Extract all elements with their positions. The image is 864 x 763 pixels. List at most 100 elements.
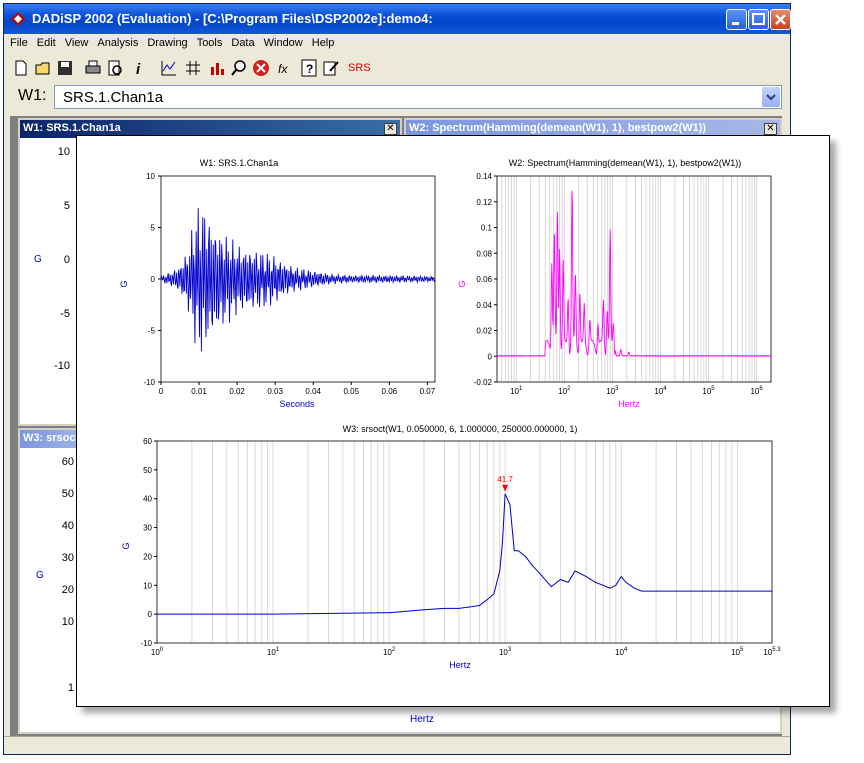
svg-text:?: ?	[306, 62, 313, 76]
w1-x-tick-label: 0	[159, 387, 164, 396]
close-button[interactable]	[770, 9, 791, 30]
menu-view[interactable]: View	[59, 34, 92, 49]
w1-y-tick-label: -10	[143, 378, 155, 387]
menu-tools[interactable]: Tools	[191, 34, 226, 49]
w1-bg-tick: -5	[60, 308, 70, 320]
w3-bg-tick: 30	[61, 552, 74, 564]
minimize-button[interactable]	[726, 9, 747, 30]
w3-x-tick-label: 100	[151, 647, 164, 657]
svg-text:fx: fx	[278, 62, 288, 76]
help-icon[interactable]: ?	[300, 59, 318, 77]
menu-window[interactable]: Window	[258, 34, 306, 49]
chevron-down-icon	[766, 94, 776, 101]
menu-drawing[interactable]: Drawing	[141, 34, 190, 49]
w2-x-tick-label: 104	[654, 386, 667, 396]
w2-close-button[interactable]: ✕	[764, 123, 777, 135]
formula-dropdown-button[interactable]	[762, 87, 780, 107]
w3-x-tick-label: 103	[499, 647, 512, 657]
svg-text:i: i	[136, 61, 141, 77]
w1-series-line	[160, 207, 436, 352]
w2-x-label: Hertz	[618, 399, 640, 409]
print-icon[interactable]	[84, 59, 102, 77]
menu-help[interactable]: Help	[306, 34, 338, 49]
maximize-button[interactable]	[748, 9, 769, 30]
title-bar[interactable]: DADiSP 2002 (Evaluation) - [C:\Program F…	[4, 4, 791, 34]
w3-plot: W3: srsoct(W1, 0.050000, 6, 1.000000, 25…	[121, 424, 781, 670]
w3-x-label: Hertz	[449, 660, 471, 670]
w1-x-tick-label: 0.01	[191, 387, 207, 396]
w2-y-tick-label: 0	[488, 352, 493, 361]
function-icon[interactable]: fx	[276, 59, 294, 77]
w2-y-tick-label: 0.04	[476, 301, 492, 310]
bar-chart-icon[interactable]	[208, 59, 226, 77]
w1-x-tick-label: 0.05	[343, 387, 359, 396]
w3-y-tick-label: 60	[143, 437, 152, 446]
w1-x-tick-label: 0.02	[229, 387, 245, 396]
menu-data[interactable]: Data	[225, 34, 257, 49]
w1-x-tick-label: 0.06	[382, 387, 398, 396]
w2-y-tick-label: 0.14	[476, 172, 492, 181]
w3-x-tick-label: 105	[731, 647, 744, 657]
w3-x-tick-label: 105.3	[763, 647, 781, 657]
w1-x-label: Seconds	[279, 399, 315, 409]
menu-edit[interactable]: Edit	[31, 34, 59, 49]
menu-analysis[interactable]: Analysis	[91, 34, 141, 49]
edit-icon[interactable]	[322, 59, 340, 77]
w3-y-tick-label: 10	[143, 581, 152, 590]
w3-y-label: G	[121, 542, 131, 549]
w1-bg-ylabel: G	[34, 254, 42, 265]
dadisp-app-icon	[11, 12, 25, 26]
zoom-icon[interactable]	[230, 59, 248, 77]
w2-y-tick-label: 0.06	[476, 275, 492, 284]
w3-y-tick-label: 20	[143, 552, 152, 561]
w3-bg-ylabel: G	[36, 570, 44, 581]
w3-y-tick-label: 30	[143, 524, 152, 533]
new-file-icon[interactable]	[12, 59, 30, 77]
close-icon	[775, 14, 786, 25]
srs-button[interactable]: SRS	[348, 62, 371, 74]
info-icon[interactable]: i	[130, 59, 148, 77]
maximize-icon	[752, 13, 765, 25]
w3-x-tick-label: 101	[267, 647, 280, 657]
w2-y-tick-label: 0.12	[476, 198, 492, 207]
w1-x-tick-label: 0.04	[305, 387, 321, 396]
w1-y-tick-label: 5	[151, 224, 156, 233]
save-icon[interactable]	[56, 59, 74, 77]
w3-series-line	[157, 493, 773, 615]
w2-y-label: G	[457, 280, 467, 287]
menu-file[interactable]: File	[4, 34, 31, 49]
formula-input[interactable]: SRS.1.Chan1a	[54, 85, 782, 109]
w2-x-tick-label: 103	[606, 386, 619, 396]
w2-y-tick-label: 0.02	[476, 327, 492, 336]
status-bar	[4, 736, 790, 755]
w2-x-tick-label: 105	[702, 386, 715, 396]
w3-y-tick-label: -10	[140, 639, 152, 648]
w2-x-tick-label: 106	[750, 386, 763, 396]
w3-chart-title: W3: srsoct(W1, 0.050000, 6, 1.000000, 25…	[343, 424, 578, 434]
w3-bg-tick: 40	[61, 520, 74, 532]
w1-plot: W1: SRS.1.Chan1a Seconds G 0 0.01 0.02 0.03…	[119, 158, 436, 409]
w1-x-tick-label: 0.03	[267, 387, 283, 396]
w1-bg-tick: -10	[54, 360, 70, 372]
grid-icon[interactable]	[184, 59, 202, 77]
w1-bg-tick: 0	[63, 254, 70, 266]
w1-bg-tick: 5	[63, 200, 70, 212]
w2-series-line	[496, 190, 772, 357]
plot-icon[interactable]	[160, 59, 178, 77]
w3-bg-tick: 20	[61, 584, 74, 596]
stop-icon[interactable]	[252, 59, 270, 77]
w1-y-tick-label: -5	[148, 327, 156, 336]
w2-y-tick-label: -0.02	[474, 378, 493, 387]
w1-close-button[interactable]: ✕	[384, 123, 397, 135]
open-folder-icon[interactable]	[34, 59, 52, 77]
w3-bg-tick: 10	[61, 616, 74, 628]
w1-y-tick-label: 10	[146, 172, 155, 181]
print-preview-icon[interactable]	[106, 59, 124, 77]
menu-bar: File Edit View Analysis Drawing Tools Data Wind…	[4, 34, 790, 54]
w3-x-tick-label: 104	[615, 647, 628, 657]
w2-plot-frame	[496, 175, 772, 383]
w3-y-tick-label: 40	[143, 495, 152, 504]
window-title: DADiSP 2002 (Evaluation) - [C:\Program F…	[32, 11, 433, 26]
formula-value: SRS.1.Chan1a	[63, 89, 164, 106]
w1-chart-title: W1: SRS.1.Chan1a	[200, 158, 279, 168]
